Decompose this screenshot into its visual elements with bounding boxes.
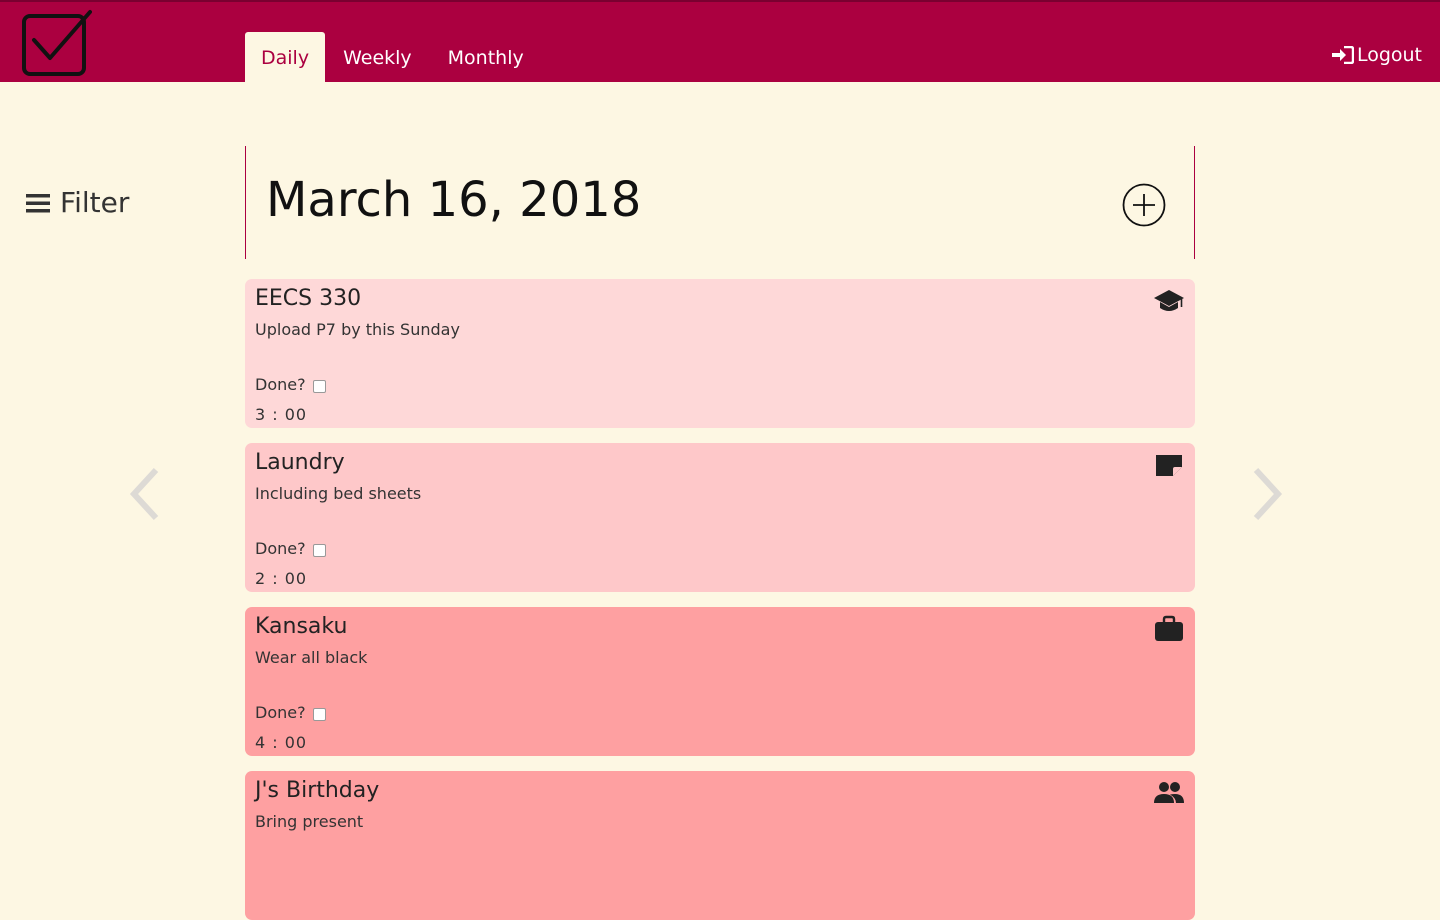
task-time: 3 : 00 xyxy=(255,405,308,424)
filter-label: Filter xyxy=(60,186,130,219)
task-done-row: Done? xyxy=(255,375,326,394)
task-card[interactable]: EECS 330 Upload P7 by this Sunday Done? … xyxy=(245,279,1195,428)
logout-label: Logout xyxy=(1356,44,1422,66)
task-card[interactable]: J's Birthday Bring present xyxy=(245,771,1195,920)
task-description: Including bed sheets xyxy=(255,484,422,503)
sign-in-icon xyxy=(1331,46,1354,64)
done-checkbox[interactable] xyxy=(312,707,326,721)
task-done-row: Done? xyxy=(255,703,326,722)
tab-daily[interactable]: Daily xyxy=(245,32,326,84)
graduation-cap-icon xyxy=(1154,290,1184,311)
page-title: March 16, 2018 xyxy=(266,172,642,228)
task-card[interactable]: Kansaku Wear all black Done? 4 : 00 xyxy=(245,607,1195,756)
date-header: March 16, 2018 xyxy=(245,146,1195,259)
people-icon xyxy=(1154,782,1184,803)
task-time: 4 : 00 xyxy=(255,733,308,752)
task-title: Kansaku xyxy=(255,614,348,639)
hamburger-menu-icon xyxy=(26,193,50,212)
done-checkbox[interactable] xyxy=(312,379,326,393)
task-title: EECS 330 xyxy=(255,286,362,311)
tab-weekly[interactable]: Weekly xyxy=(325,32,430,84)
done-label: Done? xyxy=(255,539,306,558)
task-title: Laundry xyxy=(255,450,345,475)
task-title: J's Birthday xyxy=(255,778,380,803)
briefcase-icon xyxy=(1155,615,1183,641)
task-card[interactable]: Laundry Including bed sheets Done? 2 : 0… xyxy=(245,443,1195,592)
done-label: Done? xyxy=(255,703,306,722)
add-task-button[interactable] xyxy=(1122,183,1166,227)
note-icon xyxy=(1156,455,1182,476)
task-time: 2 : 00 xyxy=(255,569,308,588)
done-checkbox[interactable] xyxy=(312,543,326,557)
top-navbar: Daily Weekly Monthly Logout xyxy=(0,0,1440,84)
task-description: Upload P7 by this Sunday xyxy=(255,320,460,339)
task-description: Wear all black xyxy=(255,648,368,667)
done-label: Done? xyxy=(255,375,306,394)
tab-monthly[interactable]: Monthly xyxy=(430,32,542,84)
task-done-row: Done? xyxy=(255,539,326,558)
previous-day-arrow-icon[interactable] xyxy=(126,466,162,522)
filter-toggle[interactable]: Filter xyxy=(26,186,129,219)
logout-button[interactable]: Logout xyxy=(1331,44,1422,66)
next-day-arrow-icon[interactable] xyxy=(1250,466,1286,522)
view-tabs: Daily Weekly Monthly xyxy=(245,32,542,84)
checkbox-logo-icon[interactable] xyxy=(20,8,92,78)
task-description: Bring present xyxy=(255,812,364,831)
